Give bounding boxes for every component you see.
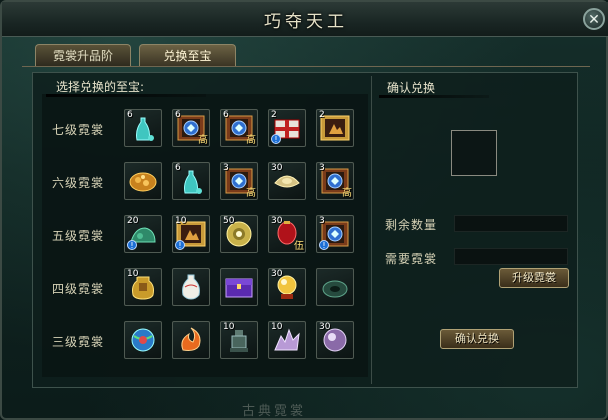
magic-globe-icon [131, 328, 155, 352]
alert-icon: ! [175, 240, 185, 250]
footer-text: 古典霓裳 [242, 404, 307, 419]
remaining-label: 剩余数量 [385, 218, 438, 232]
treasure-slot[interactable]: 10 [124, 268, 162, 306]
alert-icon: ! [127, 240, 137, 250]
jade-disc-icon [322, 280, 348, 298]
treasure-slot[interactable] [316, 268, 354, 306]
item-count: 6 [175, 163, 181, 173]
treasure-slot[interactable]: 30 伍 [268, 215, 306, 253]
row-label: 六级霓裳 [52, 176, 105, 190]
item-count: 30 [271, 216, 283, 226]
quality-tag: 高 [246, 188, 256, 199]
treasure-slot[interactable]: 30 [268, 268, 306, 306]
panel-divider [371, 76, 372, 384]
treasure-slot[interactable]: 10 [220, 321, 258, 359]
quality-tag: 伍 [294, 241, 304, 252]
row-label: 五级霓裳 [52, 229, 105, 243]
item-count: 6 [175, 110, 181, 120]
item-count: 30 [271, 163, 283, 173]
treasure-slot[interactable] [172, 321, 210, 359]
item-count: 2 [319, 110, 325, 120]
tab-upgrade-grade[interactable]: 霓裳升品阶 [35, 44, 131, 66]
upgrade-button[interactable]: 升级霓裳 [499, 268, 569, 288]
treasure-slot[interactable] [124, 162, 162, 200]
tab-exchange-treasure[interactable]: 兑换至宝 [139, 44, 236, 66]
item-count: 30 [271, 269, 283, 279]
confirm-heading: 确认兑换 [387, 81, 436, 95]
tab-underline [22, 66, 590, 67]
selected-item-preview [451, 130, 497, 176]
treasure-slot[interactable] [124, 321, 162, 359]
select-heading: 选择兑换的至宝: [56, 80, 145, 94]
treasure-slot[interactable]: 6 [124, 109, 162, 147]
remaining-value-field [454, 215, 568, 232]
treasure-slot[interactable]: 10 [268, 321, 306, 359]
treasure-slot[interactable]: 3高 [220, 162, 258, 200]
treasure-slot[interactable]: 3高 [316, 162, 354, 200]
item-count: 3 [319, 216, 325, 226]
item-count: 2 [271, 110, 277, 120]
item-count: 3 [223, 163, 229, 173]
alert-icon: ! [319, 240, 329, 250]
title-bar[interactable]: 巧夺天工 ✕ [2, 2, 608, 37]
treasure-slot[interactable]: 6 [172, 162, 210, 200]
quality-tag: 高 [198, 135, 208, 146]
row-label: 七级霓裳 [52, 123, 105, 137]
treasure-slot[interactable]: 20! [124, 215, 162, 253]
treasure-slot[interactable]: 6高 [220, 109, 258, 147]
row-label: 三级霓裳 [52, 335, 105, 349]
confirm-exchange-button[interactable]: 确认兑换 [440, 329, 514, 349]
item-count: 10 [175, 216, 187, 226]
treasure-slot[interactable] [220, 268, 258, 306]
heading-brush [46, 94, 206, 97]
gold-ore-icon [129, 172, 157, 192]
porcelain-vase-icon [182, 274, 200, 300]
quality-tag: 高 [342, 188, 352, 199]
item-count: 6 [223, 110, 229, 120]
item-count: 50 [223, 216, 235, 226]
window-title: 巧夺天工 [264, 12, 348, 32]
treasure-slot[interactable]: 3! [316, 215, 354, 253]
item-count: 10 [271, 322, 283, 332]
treasure-slot[interactable]: 2! [268, 109, 306, 147]
treasure-slot[interactable]: 6高 [172, 109, 210, 147]
item-count: 10 [127, 269, 139, 279]
dialog-window: 巧夺天工 ✕ 霓裳升品阶 兑换至宝 选择兑换的至宝: 确认兑换 七级霓裳 6 6 高 6… [0, 0, 608, 420]
item-count: 3 [319, 163, 325, 173]
close-icon[interactable]: ✕ [583, 8, 605, 30]
required-label: 需要霓裳 [385, 252, 438, 266]
treasure-slot[interactable] [172, 268, 210, 306]
purple-chest-icon [225, 278, 253, 298]
treasure-slot[interactable]: 30 [268, 162, 306, 200]
item-count: 10 [223, 322, 235, 332]
treasure-slot[interactable]: 10! [172, 215, 210, 253]
treasure-slot[interactable]: 50 [220, 215, 258, 253]
alert-icon: ! [271, 134, 281, 144]
flame-swirl-icon [181, 327, 201, 351]
required-value-field [454, 248, 568, 265]
quality-tag: 高 [246, 135, 256, 146]
treasure-slot[interactable]: 2 [316, 109, 354, 147]
row-label: 四级霓裳 [52, 282, 105, 296]
treasure-slot[interactable]: 30 [316, 321, 354, 359]
item-count: 30 [319, 322, 331, 332]
item-count: 6 [127, 110, 133, 120]
item-count: 20 [127, 216, 139, 226]
confirm-heading-brush [379, 95, 489, 98]
